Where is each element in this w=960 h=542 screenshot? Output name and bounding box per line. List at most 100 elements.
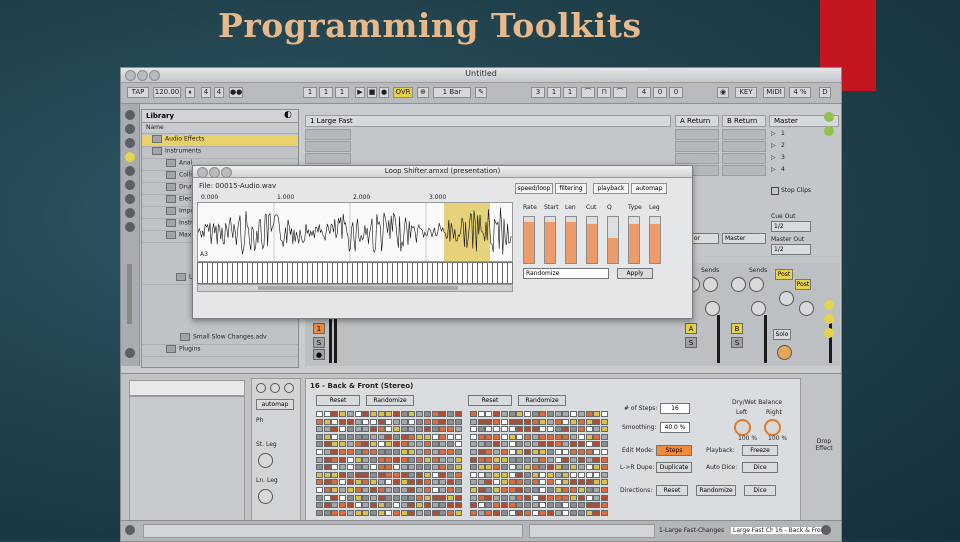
step-cell[interactable] — [393, 502, 400, 509]
browser-title[interactable]: Library — [146, 112, 174, 120]
step-cell[interactable] — [600, 433, 608, 440]
scene-play-icon[interactable]: ▷ — [771, 166, 776, 173]
step-cell[interactable] — [362, 487, 370, 493]
stop-icon[interactable]: ■ — [367, 87, 377, 98]
step-cell[interactable] — [570, 494, 578, 501]
step-cell[interactable] — [477, 411, 485, 417]
step-cell[interactable] — [562, 441, 570, 448]
step-cell[interactable] — [439, 433, 447, 440]
step-cell[interactable] — [554, 441, 562, 448]
step-cell[interactable] — [570, 449, 578, 455]
step-cell[interactable] — [408, 426, 416, 433]
step-cell[interactable] — [593, 426, 601, 433]
step-cell[interactable] — [454, 487, 462, 493]
popup-zoom-icon[interactable] — [221, 167, 232, 178]
step-cell[interactable] — [446, 464, 454, 471]
returns-toggle-icon[interactable] — [824, 300, 834, 310]
step-cell[interactable] — [346, 464, 354, 471]
step-cell[interactable] — [346, 471, 354, 478]
step-cell[interactable] — [354, 494, 362, 501]
scene-launch[interactable]: 4 — [781, 166, 785, 173]
step-cell[interactable] — [493, 479, 501, 486]
step-cell[interactable] — [439, 471, 447, 478]
step-cell[interactable] — [523, 426, 531, 433]
step-cell[interactable] — [470, 471, 477, 478]
step-cell[interactable] — [439, 411, 447, 417]
step-cell[interactable] — [562, 509, 570, 516]
step-cell[interactable] — [493, 456, 501, 463]
pan-knob-master[interactable] — [799, 301, 814, 316]
step-cell[interactable] — [316, 433, 323, 440]
step-cell[interactable] — [331, 441, 339, 448]
step-cell[interactable] — [416, 487, 424, 493]
scene-play-icon[interactable]: ▷ — [771, 154, 776, 161]
step-cell[interactable] — [354, 411, 362, 417]
step-cell[interactable] — [500, 487, 508, 493]
b-return-input[interactable]: Master — [722, 233, 766, 244]
step-cell[interactable] — [600, 471, 608, 478]
cue-volume-knob[interactable] — [777, 345, 792, 360]
step-cell[interactable] — [408, 441, 416, 448]
step-cell[interactable] — [346, 449, 354, 455]
step-cell[interactable] — [523, 449, 531, 455]
step-cell[interactable] — [593, 479, 601, 486]
step-cell[interactable] — [523, 433, 531, 440]
step-cell[interactable] — [523, 411, 531, 417]
return-a-activator[interactable]: A — [685, 323, 697, 334]
step-cell[interactable] — [508, 509, 516, 516]
step-cell[interactable] — [416, 494, 424, 501]
step-cell[interactable] — [346, 418, 354, 425]
step-cell[interactable] — [570, 509, 578, 516]
step-cell[interactable] — [323, 418, 331, 425]
step-cell[interactable] — [346, 456, 354, 463]
step-cell[interactable] — [400, 509, 408, 516]
step-cell[interactable] — [562, 487, 570, 493]
clip-name-1[interactable]: 1-Large Fast-Changes — [659, 527, 724, 534]
step-cell[interactable] — [600, 494, 608, 501]
step-cell[interactable] — [531, 433, 539, 440]
step-cell[interactable] — [431, 433, 439, 440]
step-cell[interactable] — [385, 441, 393, 448]
step-cell[interactable] — [354, 479, 362, 486]
step-cell[interactable] — [531, 456, 539, 463]
step-cell[interactable] — [431, 502, 439, 509]
step-cell[interactable] — [485, 502, 493, 509]
step-cell[interactable] — [570, 433, 578, 440]
playback-button[interactable]: Freeze — [742, 445, 778, 456]
step-cell[interactable] — [431, 449, 439, 455]
step-cell[interactable] — [600, 502, 608, 509]
step-cell[interactable] — [400, 456, 408, 463]
step-cell[interactable] — [369, 449, 377, 455]
clip-slot[interactable] — [675, 129, 719, 140]
step-cell[interactable] — [393, 433, 400, 440]
step-cell[interactable] — [508, 494, 516, 501]
track-header-b-return[interactable]: B Return — [722, 115, 766, 127]
step-cell[interactable] — [369, 464, 377, 471]
step-cell[interactable] — [446, 502, 454, 509]
step-cell[interactable] — [331, 411, 339, 417]
step-cell[interactable] — [331, 487, 339, 493]
step-cell[interactable] — [439, 464, 447, 471]
step-cell[interactable] — [369, 471, 377, 478]
step-cell[interactable] — [377, 456, 385, 463]
key-map-button[interactable]: KEY — [735, 87, 757, 98]
step-cell[interactable] — [446, 456, 454, 463]
tab-speed-loop[interactable]: speed/loop — [515, 183, 553, 194]
step-cell[interactable] — [323, 487, 331, 493]
step-cell[interactable] — [485, 487, 493, 493]
step-cell[interactable] — [454, 441, 462, 448]
step-cell[interactable] — [431, 487, 439, 493]
browser-item[interactable]: Instruments — [142, 147, 298, 159]
step-cell[interactable] — [316, 456, 323, 463]
step-cell[interactable] — [331, 426, 339, 433]
param-fader[interactable] — [607, 216, 619, 264]
step-cell[interactable] — [600, 449, 608, 455]
step-cell[interactable] — [500, 471, 508, 478]
draw-mode-icon[interactable]: ✎ — [475, 87, 487, 98]
step-cell[interactable] — [531, 471, 539, 478]
step-cell[interactable] — [508, 479, 516, 486]
step-cell[interactable] — [385, 426, 393, 433]
step-cell[interactable] — [562, 494, 570, 501]
step-cell[interactable] — [393, 509, 400, 516]
step-cell[interactable] — [547, 449, 554, 455]
